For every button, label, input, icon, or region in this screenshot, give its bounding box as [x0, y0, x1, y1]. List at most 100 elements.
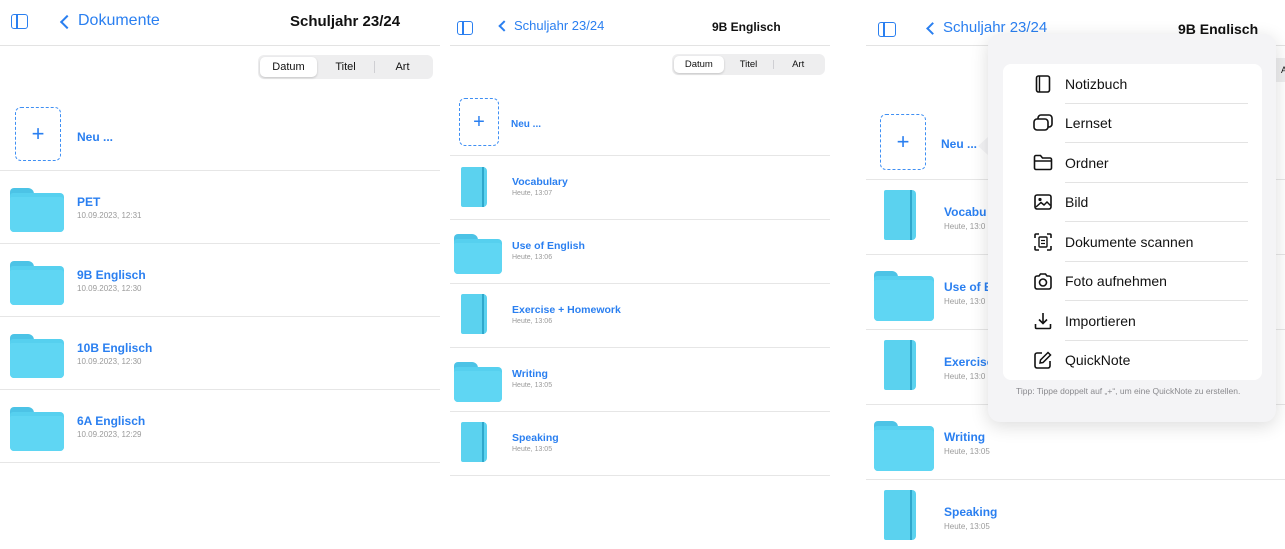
new-item-label: Neu ... [941, 137, 978, 151]
new-item-row[interactable]: + Neu ... [0, 96, 440, 171]
item-date: Heute, 13:0 [944, 222, 986, 231]
sort-segmented-control: Datum Titel Art [258, 55, 433, 79]
menu-item-dokumente-scannen[interactable]: Dokumente scannen [1003, 222, 1262, 262]
notebook-icon [884, 340, 916, 390]
item-date: Heute, 13:06 [512, 254, 553, 261]
image-icon [1033, 192, 1053, 212]
page-title: 9B Englisch [712, 20, 781, 34]
folder-icon [454, 234, 502, 274]
menu-item-label: Importieren [1065, 312, 1136, 329]
documents-panel-9b-englisch: Schuljahr 23/24 9B Englisch Datum Titel … [450, 0, 830, 549]
menu-item-label: Dokumente scannen [1065, 233, 1194, 250]
plus-icon: + [473, 111, 485, 133]
sort-option-type[interactable]: Art [374, 57, 431, 77]
sidebar-toggle-icon[interactable] [457, 21, 473, 35]
list-item[interactable]: 6A Englisch 10.09.2023, 12:29 [0, 390, 440, 463]
item-name: 9B Englisch [77, 268, 146, 282]
item-date: 10.09.2023, 12:29 [77, 430, 142, 439]
new-item-row[interactable]: + Neu ... [450, 90, 830, 156]
sort-option-date[interactable]: Datum [674, 56, 724, 73]
import-icon [1033, 311, 1053, 331]
list-item[interactable]: Use of English Heute, 13:06 [450, 220, 830, 284]
sort-option-date[interactable]: Datum [260, 57, 317, 77]
menu-item-lernset[interactable]: Lernset [1003, 104, 1262, 144]
folder-icon [1033, 153, 1053, 173]
sort-option-title[interactable]: Titel [724, 56, 774, 73]
sidebar-toggle-icon[interactable] [11, 14, 28, 29]
scan-icon [1033, 232, 1053, 252]
item-date: Heute, 13:07 [512, 190, 553, 197]
list-item[interactable]: PET 10.09.2023, 12:31 [0, 171, 440, 244]
item-name: Writing [512, 368, 548, 380]
new-item-button[interactable]: + [880, 114, 926, 170]
list-item[interactable]: Speaking Heute, 13:05 [866, 480, 1285, 549]
menu-item-notizbuch[interactable]: Notizbuch [1003, 64, 1262, 104]
menu-item-label: Lernset [1065, 115, 1112, 132]
folder-icon [454, 362, 502, 402]
list-item[interactable]: 9B Englisch 10.09.2023, 12:30 [0, 244, 440, 317]
notebook-icon [1033, 74, 1053, 94]
item-name: Speaking [944, 505, 998, 519]
item-name: 6A Englisch [77, 414, 146, 428]
item-name: PET [77, 195, 101, 209]
item-name: Writing [944, 430, 986, 444]
item-date: 10.09.2023, 12:30 [77, 284, 142, 293]
sort-option-title[interactable]: Titel [317, 57, 374, 77]
item-date: Heute, 13:0 [944, 372, 986, 381]
documents-panel-schuljahr: Dokumente Schuljahr 23/24 Datum Titel Ar… [0, 0, 440, 549]
menu-item-quicknote[interactable]: QuickNote [1003, 341, 1262, 381]
page-title: Schuljahr 23/24 [290, 13, 401, 30]
folder-icon [10, 261, 64, 305]
menu-item-ordner[interactable]: Ordner [1003, 143, 1262, 183]
menu-item-importieren[interactable]: Importieren [1003, 301, 1262, 341]
new-item-popover: Notizbuch Lernset Ordner Bild Dokumente … [988, 34, 1276, 422]
folder-icon [10, 407, 64, 451]
item-date: Heute, 13:0 [944, 297, 986, 306]
item-name: Exercise + Homework [512, 304, 621, 316]
list-item[interactable]: 10B Englisch 10.09.2023, 12:30 [0, 317, 440, 390]
back-button[interactable]: Dokumente [59, 12, 160, 30]
item-name: Vocabu [944, 205, 987, 219]
list-item[interactable]: Exercise + Homework Heute, 13:06 [450, 284, 830, 348]
flashcards-icon [1033, 113, 1053, 133]
chevron-left-icon [498, 20, 510, 32]
item-name: Exercise [944, 355, 994, 369]
item-name: Speaking [512, 432, 559, 444]
back-button-label: Dokumente [78, 12, 160, 29]
plus-icon: + [31, 121, 45, 146]
item-date: Heute, 13:06 [512, 318, 553, 325]
new-item-button[interactable]: + [459, 98, 499, 146]
new-item-label: Neu ... [77, 130, 114, 144]
menu-item-label: Notizbuch [1065, 75, 1128, 92]
folder-icon [10, 188, 64, 232]
sidebar-toggle-icon[interactable] [878, 22, 896, 37]
chevron-left-icon [59, 14, 75, 29]
sort-option-type[interactable]: Art [773, 56, 823, 73]
item-date: Heute, 13:05 [512, 446, 553, 453]
list-item[interactable]: Speaking Heute, 13:05 [450, 412, 830, 476]
folder-icon [874, 421, 934, 471]
folder-icon [10, 334, 64, 378]
back-button[interactable]: Schuljahr 23/24 [498, 18, 604, 33]
list-item[interactable]: Writing Heute, 13:05 [450, 348, 830, 412]
item-date: Heute, 13:05 [512, 382, 553, 389]
menu-item-label: Bild [1065, 194, 1089, 211]
new-item-button[interactable]: + [15, 107, 61, 161]
list-item[interactable]: Vocabulary Heute, 13:07 [450, 156, 830, 220]
item-name: 10B Englisch [77, 341, 153, 355]
plus-icon: + [896, 129, 910, 154]
new-item-label: Neu ... [511, 119, 542, 130]
item-date: Heute, 13:05 [944, 447, 990, 456]
quicknote-icon [1033, 350, 1053, 370]
item-name: Use of E [944, 280, 993, 294]
new-item-menu: Notizbuch Lernset Ordner Bild Dokumente … [1003, 64, 1262, 380]
menu-item-foto-aufnehmen[interactable]: Foto aufnehmen [1003, 262, 1262, 302]
sort-segmented-control: Datum Titel Art [672, 54, 825, 75]
chevron-left-icon [926, 21, 939, 35]
menu-item-bild[interactable]: Bild [1003, 183, 1262, 223]
item-name: Vocabulary [512, 176, 568, 188]
menu-item-label: Foto aufnehmen [1065, 273, 1167, 290]
item-date: Heute, 13:05 [944, 522, 990, 531]
notebook-icon [461, 294, 487, 334]
notebook-icon [884, 190, 916, 240]
